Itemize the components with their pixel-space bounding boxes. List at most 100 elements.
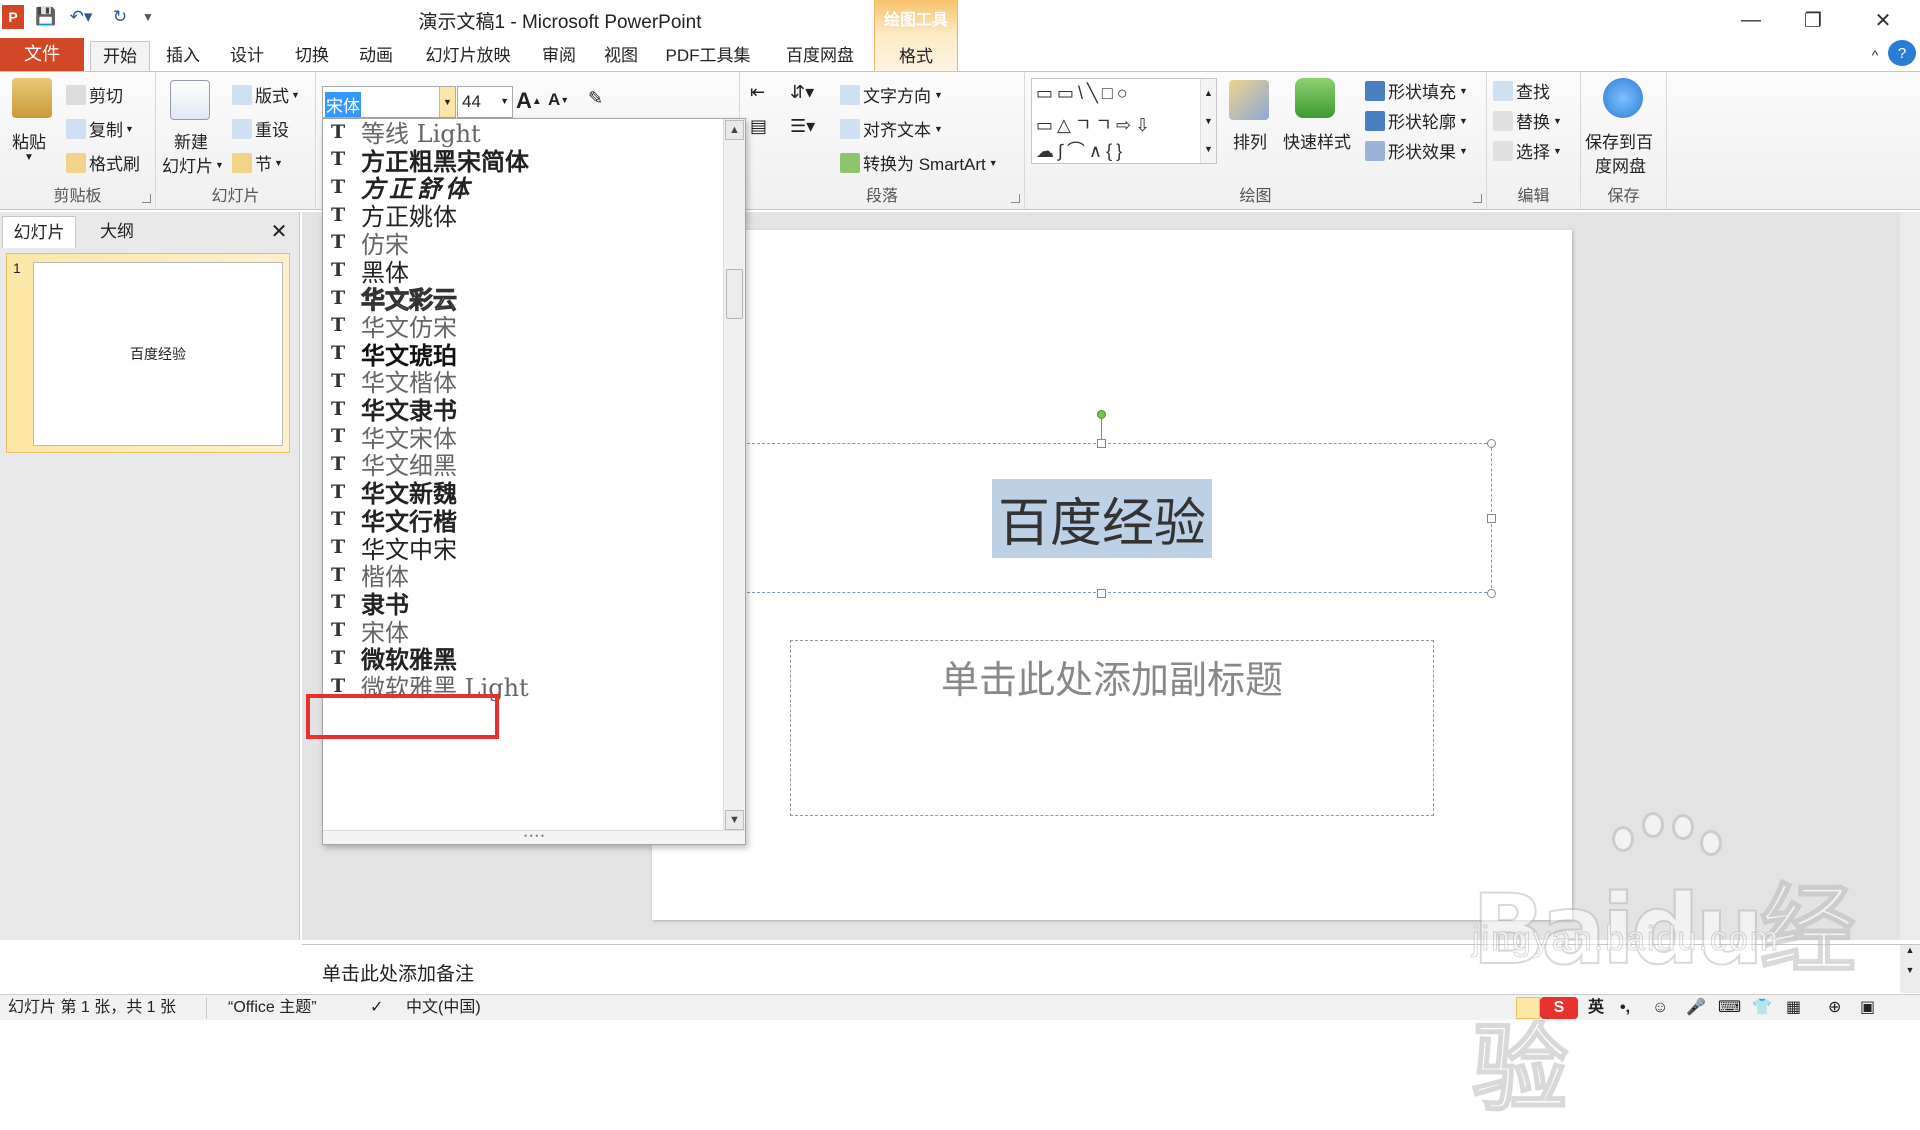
scroll-up-icon[interactable]: ▲ <box>725 120 744 140</box>
subtitle-placeholder-text[interactable]: 单击此处添加副标题 <box>791 649 1433 704</box>
quick-styles-button[interactable]: 快速样式 <box>1283 128 1351 153</box>
new-slide-dropdown[interactable]: 幻灯片 ▼ <box>162 152 224 177</box>
text-direction-button[interactable]: 文字方向 ▼ <box>840 82 943 107</box>
tab-pdf-tools[interactable]: PDF工具集 <box>660 41 756 71</box>
microphone-icon[interactable]: 🎤 <box>1686 997 1706 1019</box>
minimize-icon[interactable]: — <box>1728 4 1774 36</box>
collapse-ribbon-icon[interactable]: ^ <box>1862 39 1888 71</box>
rotate-handle[interactable] <box>1097 410 1106 419</box>
font-size-value[interactable]: 44 <box>462 92 481 112</box>
shape-outline-button[interactable]: 形状轮廓 ▼ <box>1365 108 1468 133</box>
keyboard-icon[interactable]: ⌨ <box>1718 997 1741 1019</box>
tab-home[interactable]: 开始 <box>90 41 150 72</box>
tab-slideshow[interactable]: 幻灯片放映 <box>416 41 520 71</box>
format-painter-button[interactable]: 格式刷 <box>66 150 140 175</box>
layout-button[interactable]: 版式 ▼ <box>232 82 300 107</box>
notes-placeholder[interactable]: 单击此处添加备注 <box>322 959 474 986</box>
indent-icon[interactable]: ⇤ <box>750 82 765 103</box>
paragraph-launcher-icon[interactable] <box>1011 194 1020 203</box>
align-text-button[interactable]: 对齐文本 ▼ <box>840 116 943 141</box>
emoji-icon[interactable]: ☺ <box>1652 997 1668 1019</box>
tab-outline[interactable]: 大纲 <box>80 216 154 248</box>
font-name-value[interactable]: 宋体 <box>325 92 361 117</box>
arrange-icon[interactable] <box>1229 80 1269 120</box>
shape-fill-button[interactable]: 形状填充 ▼ <box>1365 78 1468 103</box>
clear-format-icon[interactable]: ✎ <box>588 88 603 109</box>
normal-view-icon[interactable] <box>1516 997 1540 1019</box>
zoom-in-icon[interactable]: ⊕ <box>1828 997 1841 1019</box>
subtitle-placeholder[interactable]: 单击此处添加副标题 <box>790 640 1434 816</box>
close-icon[interactable]: ✕ <box>1860 4 1906 36</box>
scroll-thumb[interactable] <box>726 269 743 319</box>
restore-icon[interactable]: ❐ <box>1790 4 1836 36</box>
section-button[interactable]: 节 ▼ <box>232 150 283 175</box>
resize-handle-top-right[interactable] <box>1487 439 1496 448</box>
baidu-netdisk-icon[interactable] <box>1603 78 1643 118</box>
tab-baidu-netdisk[interactable]: 百度网盘 <box>778 41 862 71</box>
font-list-scrollbar[interactable]: ▲ ▼ <box>723 119 745 831</box>
skin-icon[interactable]: 👕 <box>1752 997 1772 1019</box>
language-status[interactable]: 中文(中国) <box>406 997 481 1019</box>
grow-font-icon[interactable]: A ▲ <box>516 88 542 114</box>
punctuation-icon[interactable]: •, <box>1620 997 1630 1019</box>
spellcheck-icon[interactable]: ✓ <box>370 997 383 1019</box>
resize-grip-icon[interactable]: • • • • <box>323 830 745 844</box>
tab-animations[interactable]: 动画 <box>350 41 402 71</box>
reset-button[interactable]: 重设 <box>232 116 289 141</box>
cut-button[interactable]: 剪切 <box>66 82 123 107</box>
tab-file[interactable]: 文件 <box>0 38 84 71</box>
font-name-combo[interactable]: 宋体 ▼ <box>322 86 456 118</box>
smartart-button[interactable]: 转换为 SmartArt ▼ <box>840 150 998 175</box>
shapes-gallery[interactable]: ▭▭\╲□○ ▭△ㄱㄱ⇨⇩ ☁∫⌒∧{} ▲ ▼ ▼ <box>1031 78 1217 164</box>
new-slide-button[interactable]: 新建 <box>174 128 208 153</box>
slide[interactable]: 百度经验 单击此处添加副标题 <box>652 230 1572 920</box>
context-tab-drawing-tools[interactable]: 绘图工具 格式 <box>874 0 958 71</box>
tab-format[interactable]: 格式 <box>875 42 957 67</box>
drawing-launcher-icon[interactable] <box>1473 194 1482 203</box>
close-panel-icon[interactable]: ✕ <box>266 216 292 248</box>
layout-icon <box>232 84 252 105</box>
replace-button[interactable]: 替换 ▼ <box>1493 108 1562 133</box>
sogou-ime-icon[interactable]: S <box>1540 997 1578 1019</box>
tab-design[interactable]: 设计 <box>222 41 272 71</box>
quick-styles-icon[interactable] <box>1295 78 1335 118</box>
scroll-down-icon[interactable]: ▼ <box>725 810 744 830</box>
ime-mode[interactable]: 英 <box>1588 997 1604 1019</box>
title-placeholder[interactable]: 百度经验 <box>712 443 1492 593</box>
tab-slides[interactable]: 幻灯片 <box>2 216 76 248</box>
resize-handle-bottom-right[interactable] <box>1487 589 1496 598</box>
paste-icon[interactable] <box>12 78 52 118</box>
outline-pen-icon <box>1365 110 1385 131</box>
arrange-button[interactable]: 排列 <box>1233 128 1267 153</box>
shape-effects-button[interactable]: 形状效果 ▼ <box>1365 138 1468 163</box>
gallery-scroll[interactable]: ▲ ▼ ▼ <box>1200 79 1216 163</box>
resize-handle-bottom[interactable] <box>1097 589 1106 598</box>
find-button[interactable]: 查找 <box>1493 78 1550 103</box>
copy-button[interactable]: 复制 ▼ <box>66 116 134 141</box>
resize-handle-right[interactable] <box>1487 514 1496 523</box>
columns-icon[interactable]: ▤ <box>750 116 767 137</box>
save-to-netdisk-button[interactable]: 保存到百 <box>1585 128 1653 153</box>
theme-status[interactable]: “Office 主题” <box>228 997 317 1019</box>
font-size-dropdown-icon[interactable]: ▼ <box>500 96 509 106</box>
new-slide-icon[interactable] <box>170 80 210 120</box>
help-icon[interactable]: ? <box>1888 40 1916 66</box>
shrink-font-icon[interactable]: A ▼ <box>548 90 569 110</box>
slide-title[interactable]: 百度经验 <box>991 478 1212 558</box>
font-size-combo[interactable]: 44 ▼ <box>457 86 513 118</box>
tab-insert[interactable]: 插入 <box>158 41 208 71</box>
toolbox-icon[interactable]: ▦ <box>1786 997 1801 1019</box>
font-dropdown-icon[interactable]: ▼ <box>439 87 455 117</box>
paste-dropdown-icon[interactable]: ▼ <box>24 152 34 163</box>
fit-slide-icon[interactable]: ▣ <box>1860 997 1875 1019</box>
justify-icon[interactable]: ☰▾ <box>790 116 815 137</box>
tab-transitions[interactable]: 切换 <box>286 41 338 71</box>
line-spacing-icon[interactable]: ⇵▾ <box>790 82 814 103</box>
paste-button[interactable]: 粘贴 <box>12 128 46 153</box>
tab-review[interactable]: 审阅 <box>534 41 584 71</box>
clipboard-launcher-icon[interactable] <box>142 194 151 203</box>
select-button[interactable]: 选择 ▼ <box>1493 138 1562 163</box>
resize-handle-top[interactable] <box>1097 439 1106 448</box>
tab-view[interactable]: 视图 <box>596 41 646 71</box>
slide-thumbnail[interactable]: 1 百度经验 <box>6 253 290 453</box>
